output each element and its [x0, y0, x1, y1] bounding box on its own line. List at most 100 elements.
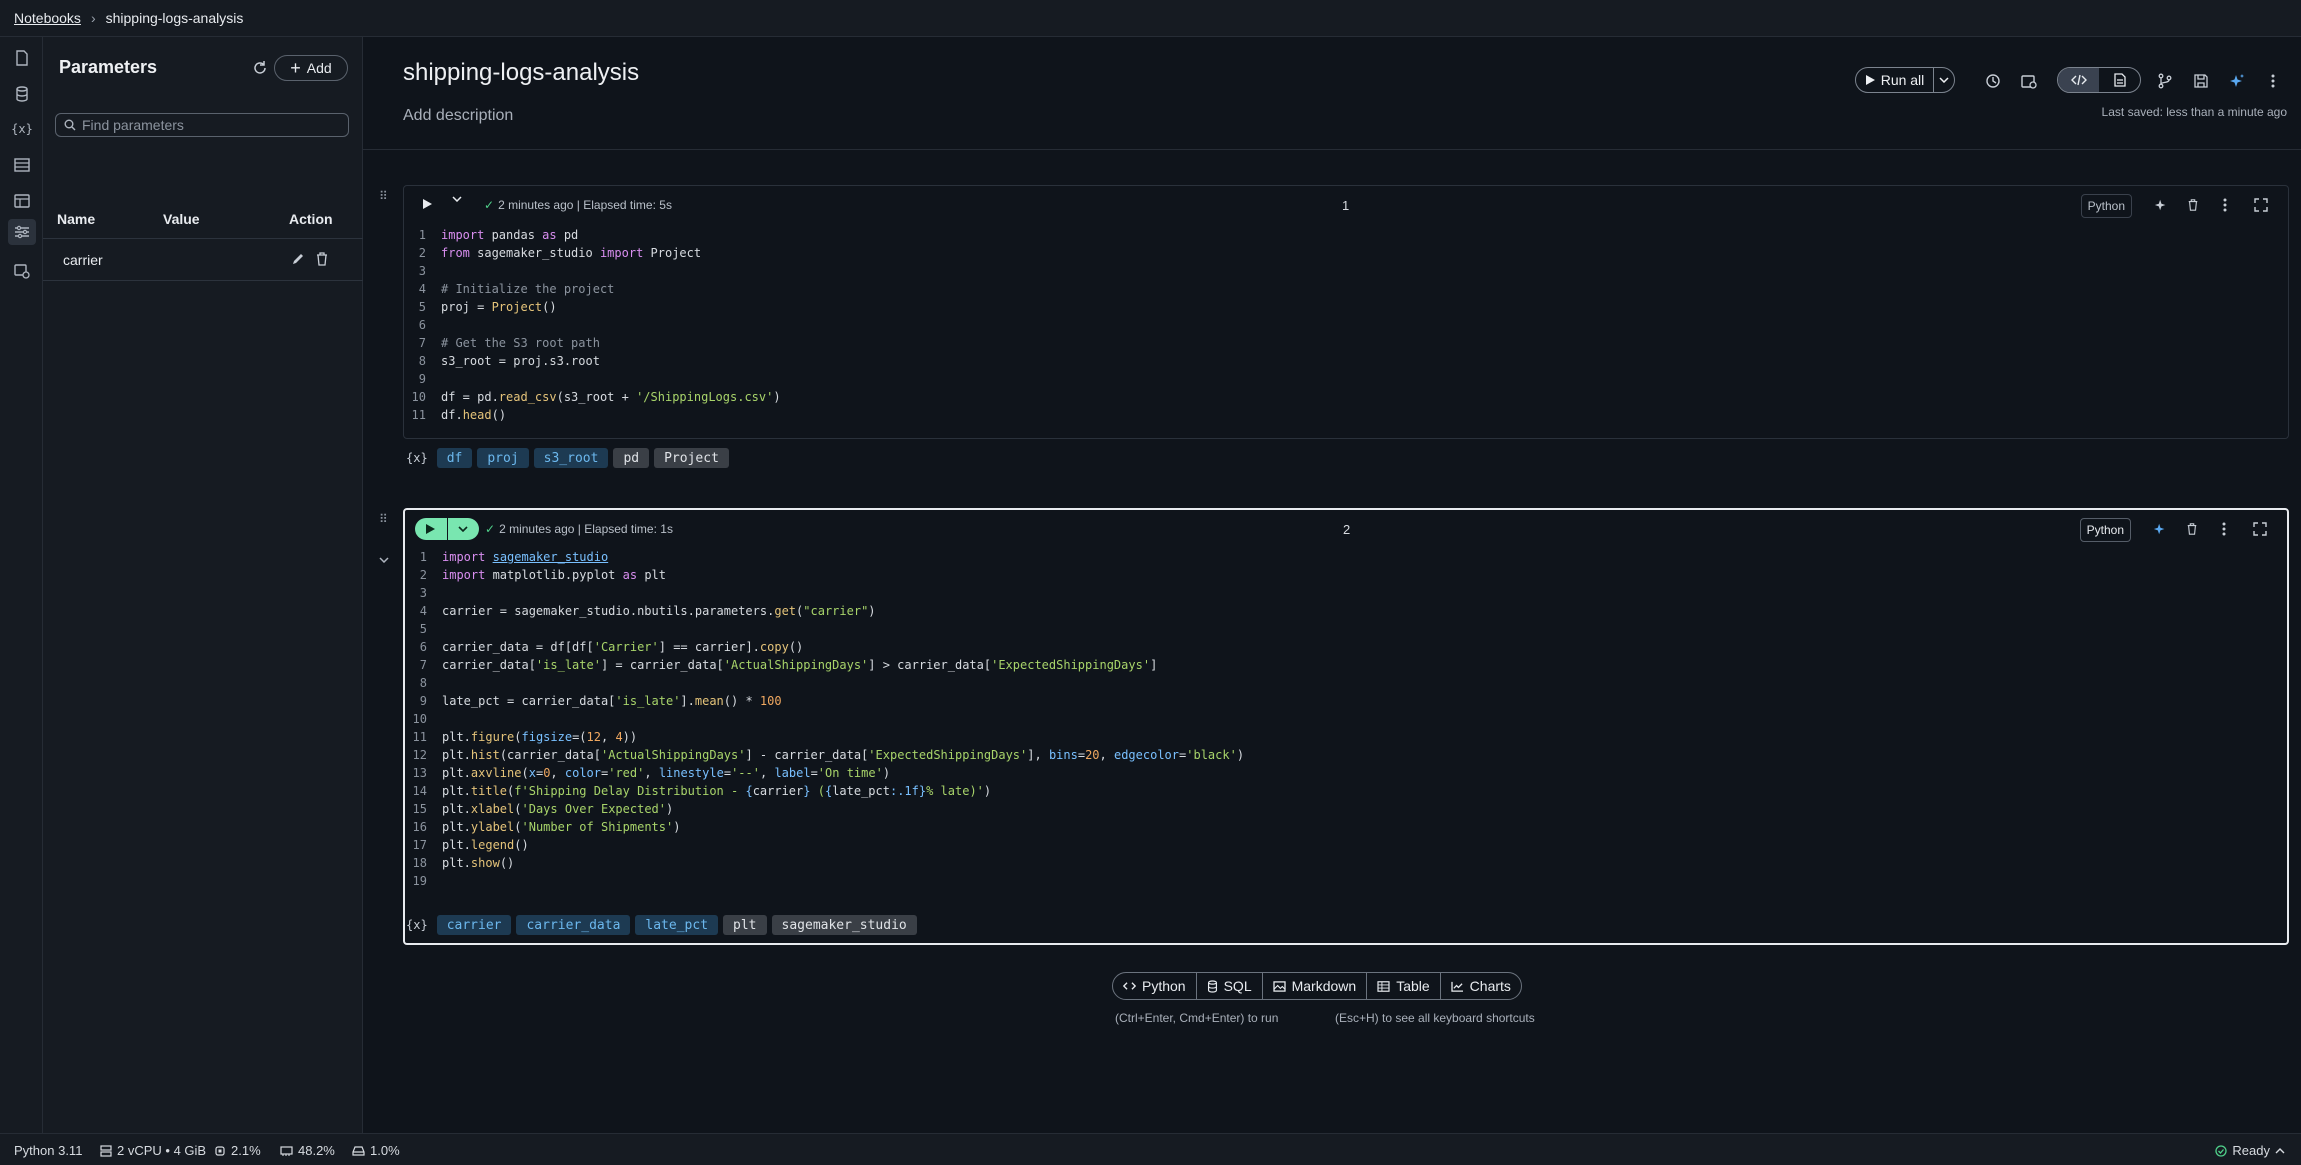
file-icon[interactable] [12, 48, 32, 68]
add-chart-cell-button[interactable]: Charts [1441, 973, 1521, 999]
line-number: 19 [412, 874, 427, 888]
run-all-label: Run all [1880, 72, 1925, 88]
add-markdown-cell-button[interactable]: Markdown [1263, 973, 1368, 999]
breadcrumb-notebooks-link[interactable]: Notebooks [14, 10, 81, 26]
collapse-chevron-icon[interactable] [379, 557, 389, 571]
add-python-label: Python [1142, 978, 1186, 994]
add-sql-cell-button[interactable]: SQL [1197, 973, 1263, 999]
parameters-icon[interactable] [8, 219, 36, 245]
cell-language-badge[interactable]: Python [2079, 518, 2131, 542]
variable-chip[interactable]: sagemaker_studio [771, 915, 917, 935]
variable-chip[interactable]: proj [477, 448, 529, 468]
catalog-icon[interactable] [12, 191, 32, 211]
search-input[interactable] [82, 117, 332, 133]
sparkle-ai-icon[interactable] [2152, 196, 2170, 214]
line-number: 6 [419, 640, 427, 654]
cell-variables: {x} carrier carrier_data late_pct plt sa… [403, 915, 917, 935]
icon-rail: {x} [0, 37, 43, 1133]
run-cell-icon[interactable] [415, 518, 448, 540]
code-line: # Get the S3 root path [441, 336, 600, 350]
variable-chip[interactable]: carrier [436, 915, 512, 935]
code-cell-1[interactable]: ✓ 2 minutes ago | Elapsed time: 5s 1 Pyth… [403, 185, 2289, 439]
notebook-title[interactable]: shipping-logs-analysis [403, 59, 639, 87]
document-view-icon[interactable] [2099, 68, 2140, 92]
variables-icon[interactable]: {x} [11, 119, 33, 139]
compute-status[interactable]: 2 vCPU • 4 GiB [100, 1143, 206, 1158]
code-view-icon[interactable] [2058, 68, 2099, 92]
variable-chip[interactable]: plt [723, 915, 767, 935]
chevron-down-icon[interactable] [1934, 68, 1954, 92]
line-number: 10 [412, 712, 427, 726]
more-options-icon[interactable] [2215, 520, 2233, 538]
code-line: df.head() [441, 408, 507, 422]
line-number: 1 [419, 550, 427, 564]
cell-toolbar: ✓ 2 minutes ago | Elapsed time: 1s 2 Pyth… [405, 510, 2287, 550]
parameter-name: carrier [63, 252, 103, 268]
variable-chip[interactable]: s3_root [533, 448, 609, 468]
line-number: 10 [411, 390, 426, 404]
chevron-down-icon[interactable] [448, 518, 480, 540]
more-options-icon[interactable] [2216, 196, 2234, 214]
add-table-cell-button[interactable]: Table [1367, 973, 1441, 999]
kernel-status[interactable]: Python 3.11 [14, 1143, 82, 1158]
schedule-icon[interactable] [2019, 71, 2039, 91]
save-icon[interactable] [2191, 71, 2211, 91]
cell-language-badge[interactable]: Python [2080, 194, 2132, 218]
line-number: 7 [418, 336, 426, 350]
database-icon[interactable] [12, 84, 32, 104]
history-icon[interactable] [1983, 71, 2003, 91]
drag-handle-icon[interactable]: ⠿ [379, 189, 389, 203]
variable-chip[interactable]: pd [613, 448, 650, 468]
run-cell-icon[interactable] [418, 195, 436, 213]
plus-icon: + [290, 58, 301, 78]
variable-chip[interactable]: late_pct [635, 915, 719, 935]
run-shortcut-hint: (Ctrl+Enter, Cmd+Enter) to run [1115, 1011, 1279, 1025]
compute-label: 2 vCPU • 4 GiB [117, 1143, 207, 1158]
pencil-icon[interactable] [291, 252, 307, 268]
kernel-ready-status[interactable]: Ready [2215, 1143, 2285, 1158]
check-icon: ✓ [484, 198, 495, 212]
code-cell-2[interactable]: ✓ 2 minutes ago | Elapsed time: 1s 2 Pyth… [403, 508, 2289, 945]
line-number: 16 [412, 820, 427, 834]
trash-icon[interactable] [315, 252, 331, 268]
panel-title: Parameters [59, 57, 158, 77]
cell-toolbar: ✓ 2 minutes ago | Elapsed time: 5s 1 Pyth… [404, 186, 2288, 226]
sparkle-ai-icon[interactable] [2151, 520, 2169, 538]
code-line: plt.legend() [442, 838, 529, 852]
variable-chip[interactable]: df [436, 448, 473, 468]
code-line: carrier_data['is_late'] = carrier_data['… [442, 658, 1158, 672]
add-table-label: Table [1396, 978, 1430, 994]
line-number: 18 [412, 856, 427, 870]
chevron-down-icon[interactable] [452, 196, 462, 202]
code-line: plt.show() [442, 856, 515, 870]
variables-icon: {x} [406, 918, 428, 932]
code-line: plt.ylabel('Number of Shipments') [442, 820, 681, 834]
notebook-description[interactable]: Add description [403, 107, 513, 125]
add-python-cell-button[interactable]: Python [1113, 973, 1197, 999]
line-number: 1 [418, 228, 426, 242]
git-branch-icon[interactable] [2155, 71, 2175, 91]
fullscreen-icon[interactable] [2252, 196, 2270, 214]
sparkle-ai-icon[interactable] [2227, 71, 2247, 91]
run-all-button[interactable]: Run all [1856, 68, 1934, 92]
compute-settings-icon[interactable] [12, 261, 32, 281]
variable-chip[interactable]: Project [654, 448, 729, 468]
cpu-icon [214, 1145, 226, 1157]
code-line: plt.xlabel('Days Over Expected') [442, 802, 674, 816]
refresh-icon[interactable] [251, 59, 271, 79]
cell-status-text: 2 minutes ago | Elapsed time: 1s [499, 522, 673, 536]
code-line: import matplotlib.pyplot as plt [442, 568, 666, 582]
drag-handle-icon[interactable]: ⠿ [379, 512, 389, 526]
table-icon[interactable] [12, 155, 32, 175]
parameters-panel: Parameters + Add Name Value Action carri… [43, 37, 363, 1133]
trash-icon[interactable] [2183, 520, 2201, 538]
disk-icon [352, 1145, 365, 1156]
fullscreen-icon[interactable] [2251, 520, 2269, 538]
trash-icon[interactable] [2184, 196, 2202, 214]
add-parameter-button[interactable]: + Add [274, 55, 348, 81]
column-value: Value [163, 211, 200, 227]
more-options-icon[interactable] [2263, 71, 2283, 91]
variable-chip[interactable]: carrier_data [516, 915, 631, 935]
add-charts-label: Charts [1469, 978, 1511, 994]
add-sql-label: SQL [1223, 978, 1252, 994]
